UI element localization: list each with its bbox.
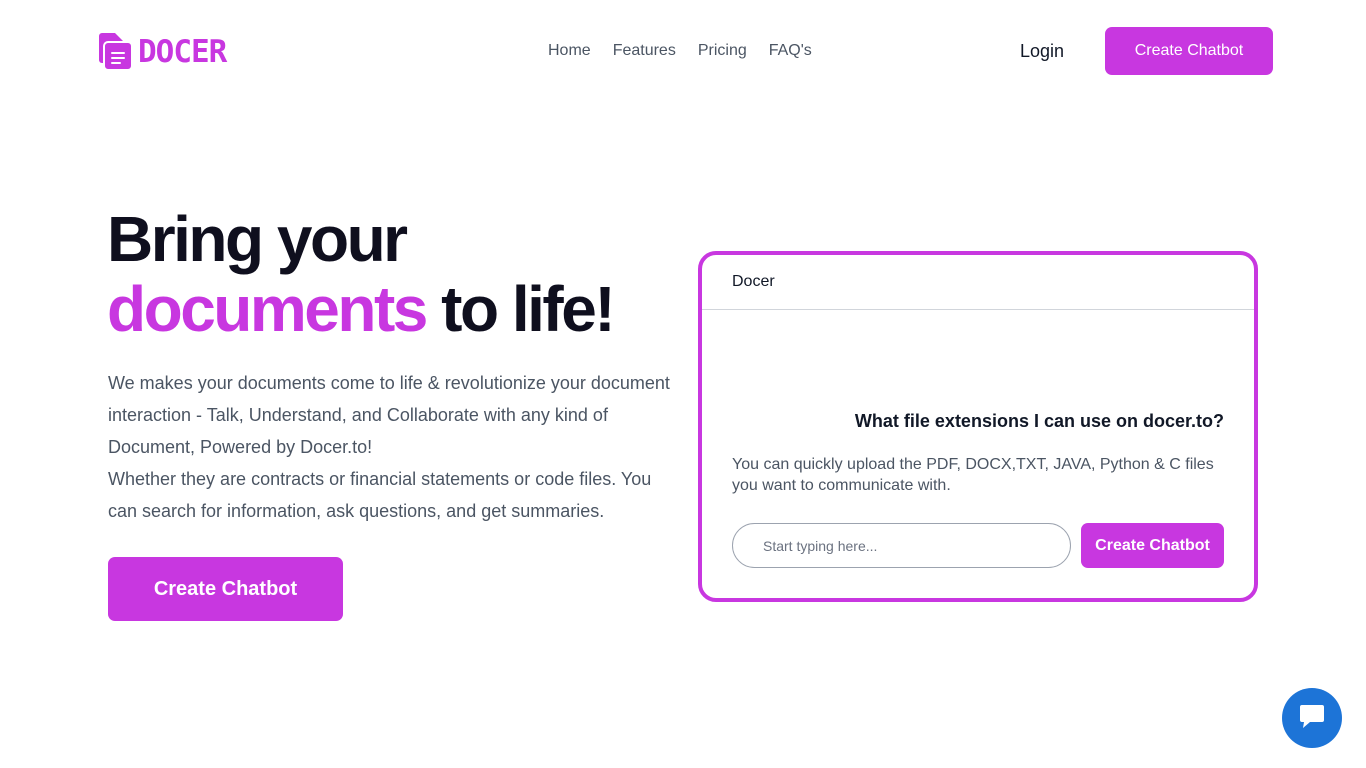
nav-item-home[interactable]: Home [548,41,591,61]
main-nav: Home Features Pricing FAQ's [548,41,812,61]
brand-name: DOCER [138,33,227,70]
chat-header: Docer [702,255,1254,310]
hero-title-line1: Bring your [107,203,408,275]
chat-create-chatbot-button[interactable]: Create Chatbot [1081,523,1224,568]
chat-bubble-icon [1297,703,1327,734]
brand-logo[interactable]: DOCER [97,31,227,73]
chat-preview-card: Docer What file extensions I can use on … [698,251,1258,602]
hero-create-chatbot-button[interactable]: Create Chatbot [108,557,343,621]
chat-header-title: Docer [732,273,775,290]
document-logo-icon [97,31,137,73]
hero-description-p2: Whether they are contracts or financial … [108,469,652,521]
login-link[interactable]: Login [1020,40,1064,62]
nav-item-features[interactable]: Features [613,41,676,61]
chat-message-input[interactable] [732,523,1071,568]
hero-description: We makes your documents come to life & r… [108,367,678,527]
chat-user-question: What file extensions I can use on docer.… [854,411,1224,431]
hero-title: Bring your documents to life! [107,203,616,345]
nav-item-faqs[interactable]: FAQ's [769,41,812,61]
chat-bot-answer: You can quickly upload the PDF, DOCX,TXT… [732,456,1214,494]
hero-title-accent: documents [107,273,428,345]
hero-title-rest: to life! [425,273,615,345]
nav-item-pricing[interactable]: Pricing [698,41,747,61]
hero-description-p1: We makes your documents come to life & r… [108,373,670,457]
site-header: DOCER Home Features Pricing FAQ's Login … [0,0,1366,102]
header-create-chatbot-button[interactable]: Create Chatbot [1105,27,1273,75]
support-chat-button[interactable] [1282,688,1342,748]
